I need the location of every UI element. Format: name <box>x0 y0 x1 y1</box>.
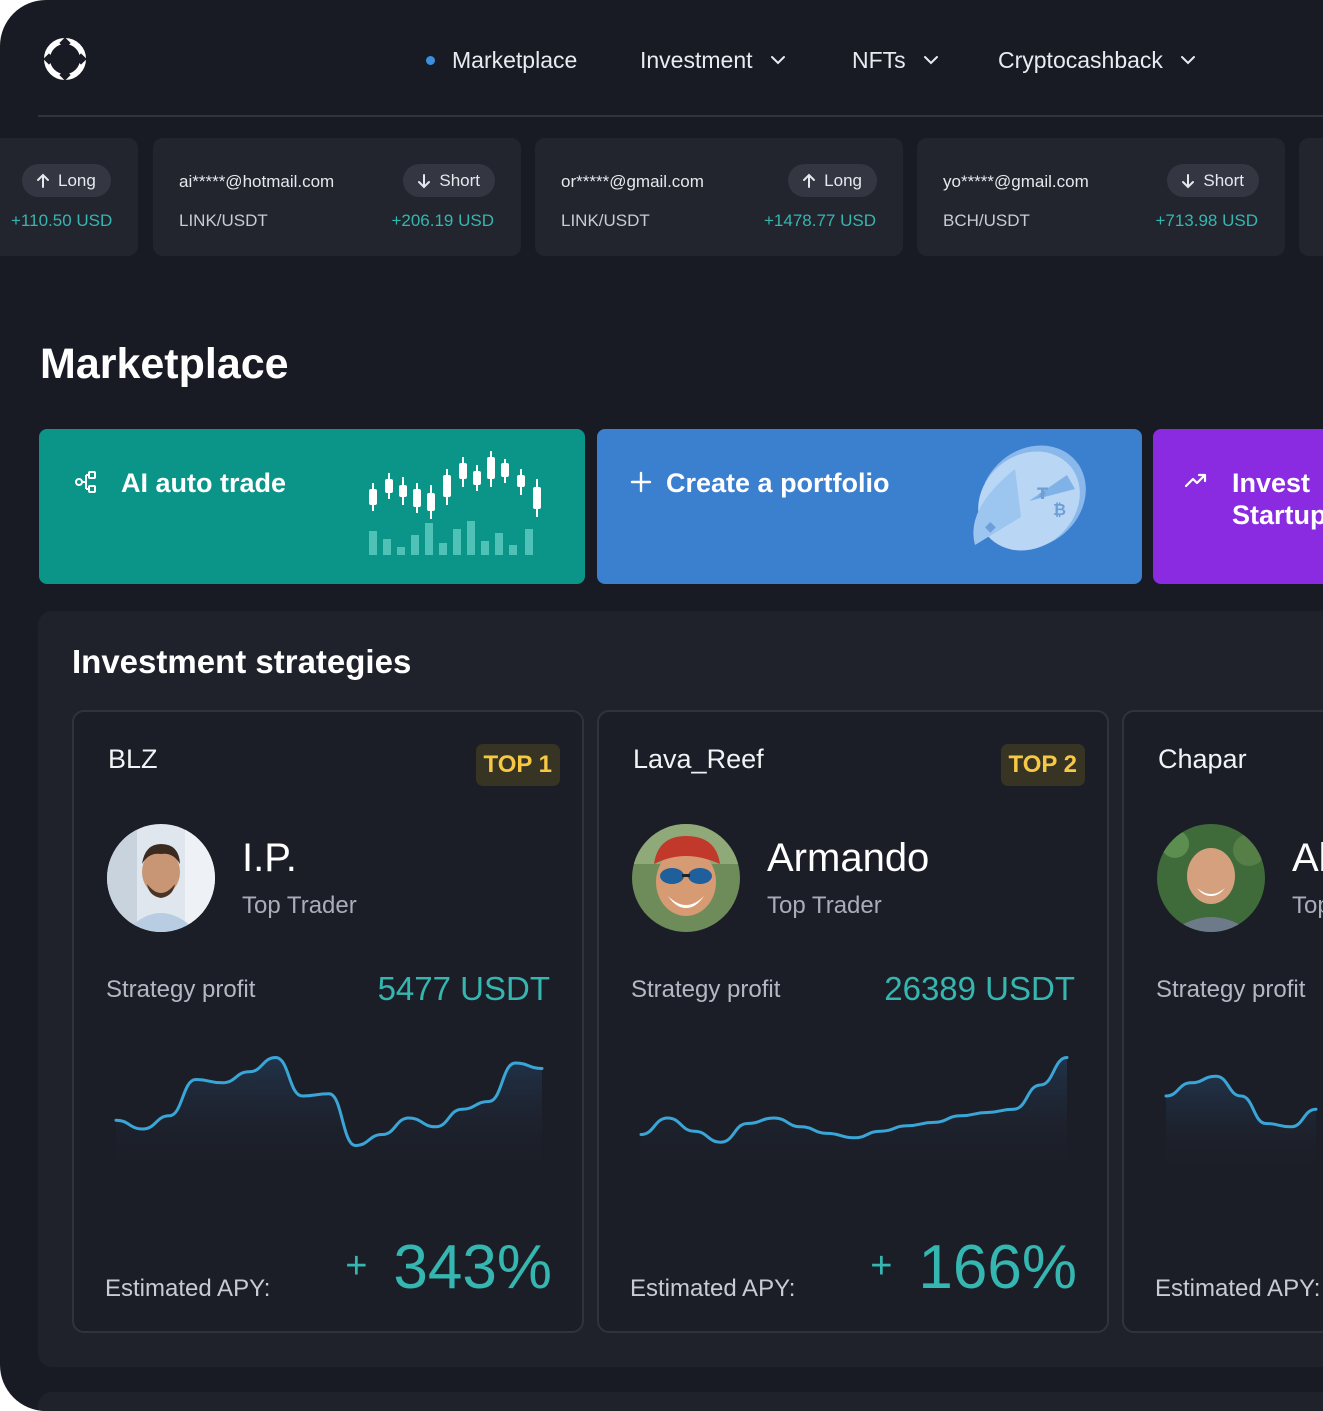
nav-label: Cryptocashback <box>998 46 1163 73</box>
apy-value: + 166% <box>870 1232 1077 1303</box>
strategy-name: BLZ <box>108 744 158 774</box>
rank-badge: TOP 1 <box>475 744 560 786</box>
apy-percent: 343% <box>393 1233 552 1302</box>
profit-sparkline <box>114 1055 544 1172</box>
strategy-card[interactable]: Chapar Al Top Strategy profit Estimated … <box>1122 710 1323 1333</box>
apy-label: Estimated APY: <box>105 1275 271 1302</box>
invest-startup-card[interactable]: Invest Startup <box>1153 429 1323 584</box>
strategy-name: Chapar <box>1158 744 1247 774</box>
profit-value: 26389 USDT <box>884 970 1075 1007</box>
trading-pair: LINK/USDT <box>561 211 650 230</box>
profit-sparkline <box>639 1056 1069 1172</box>
action-label: Invest Startup <box>1232 467 1323 531</box>
action-label: Create a portfolio <box>666 468 890 498</box>
trading-pair: BCH/USDT <box>943 211 1030 230</box>
section-title: Investment strategies <box>72 643 412 680</box>
profit-label: Strategy profit <box>631 976 781 1003</box>
sparkline-area <box>641 1057 1067 1172</box>
chevron-down-icon <box>1180 56 1195 65</box>
crypto-pie-icon: ₮ ₿ ◆ <box>973 445 1086 551</box>
candlestick-chart-icon <box>369 451 541 555</box>
profit-value: +206.19 USD <box>391 211 494 230</box>
ai-auto-trade-card[interactable]: AI auto trade <box>39 429 585 584</box>
strategy-card[interactable]: Lava_Reef TOP 2 Armando Top Trader Strat… <box>597 710 1109 1333</box>
rank-badge: TOP 2 <box>1000 744 1085 786</box>
direction-pill: Long <box>788 164 877 197</box>
plus-icon <box>630 471 652 493</box>
logo-icon[interactable] <box>40 34 90 84</box>
arrow-down-icon <box>418 173 431 188</box>
nav-label: NFTs <box>852 46 906 73</box>
chevron-down-icon <box>770 56 785 65</box>
apy-percent: 166% <box>918 1233 1077 1302</box>
avatar <box>107 824 215 932</box>
ticker-card[interactable]: Long +110.50 USD <box>0 138 138 256</box>
chevron-down-icon <box>923 56 938 65</box>
ticker-card[interactable]: yo*****@gmail.com BCH/USDT Short +713.98… <box>917 138 1285 256</box>
nav-label: Investment <box>640 46 753 73</box>
network-nodes-icon <box>75 471 96 493</box>
profit-value: +1478.77 USD <box>764 211 876 230</box>
direction-pill: Short <box>403 164 495 197</box>
trader-name: I.P. <box>242 836 297 880</box>
arrow-up-icon <box>803 173 816 188</box>
app-frame: Marketplace Investment NFTs Cryptocashba… <box>0 0 1323 1411</box>
action-label: AI auto trade <box>121 468 287 498</box>
nav-item-marketplace[interactable]: Marketplace <box>426 42 577 78</box>
header-divider <box>38 115 1323 117</box>
arrow-up-icon <box>37 173 49 188</box>
direction-label: Long <box>824 170 862 190</box>
ticker-card[interactable]: or*****@gmail.com LINK/USDT Long +1478.7… <box>535 138 903 256</box>
sparkline-area <box>116 1057 542 1172</box>
trading-pair: LINK/USDT <box>179 211 268 230</box>
avatar <box>632 824 740 932</box>
sparkline-area <box>1166 1076 1316 1172</box>
nav-item-investment[interactable]: Investment <box>640 42 787 78</box>
user-email: or*****@gmail.com <box>561 172 704 191</box>
svg-text:₮: ₮ <box>1037 484 1048 503</box>
page-title: Marketplace <box>40 340 289 388</box>
profit-label: Strategy profit <box>106 976 256 1003</box>
apy-label: Estimated APY: <box>1155 1275 1321 1302</box>
direction-label: Short <box>1203 170 1244 190</box>
user-email: ai*****@hotmail.com <box>179 172 335 191</box>
profit-value: +713.98 USD <box>1155 211 1258 230</box>
trader-role: Top Trader <box>242 892 357 919</box>
nav-label: Marketplace <box>452 46 578 73</box>
user-email: yo*****@gmail.com <box>943 172 1089 191</box>
apy-plus-sign: + <box>870 1245 893 1287</box>
ticker-card[interactable]: ai*****@hotmail.com LINK/USDT Short +206… <box>153 138 521 256</box>
strategy-card[interactable]: BLZ TOP 1 I.P. Top Trader Strategy profi… <box>72 710 584 1333</box>
arrow-down-icon <box>1182 173 1195 188</box>
next-section-panel <box>38 1392 1323 1411</box>
nav-item-cryptocashback[interactable]: Cryptocashback <box>998 42 1197 78</box>
strategy-name: Lava_Reef <box>633 744 764 774</box>
profit-sparkline <box>1164 1074 1318 1172</box>
create-portfolio-card[interactable]: Create a portfolio ₮ ₿ ◆ <box>597 429 1142 584</box>
profit-label: Strategy profit <box>1156 976 1306 1003</box>
profit-value: 5477 USDT <box>377 970 550 1007</box>
direction-pill: Short <box>1167 164 1259 197</box>
trader-role: Top <box>1292 892 1323 919</box>
apy-label: Estimated APY: <box>630 1275 796 1302</box>
svg-text:◆: ◆ <box>985 519 996 535</box>
action-label-line: Invest <box>1232 468 1311 498</box>
avatar <box>1157 824 1265 932</box>
trader-role: Top Trader <box>767 892 882 919</box>
apy-plus-sign: + <box>345 1245 368 1287</box>
action-label-line: Startup <box>1232 500 1323 530</box>
trader-name: Armando <box>767 836 930 880</box>
direction-label: Short <box>439 170 480 190</box>
svg-text:₿: ₿ <box>1053 500 1066 519</box>
direction-pill: Long <box>22 164 111 197</box>
ticker-card[interactable] <box>1299 138 1323 256</box>
apy-value: + 343% <box>345 1232 552 1303</box>
active-indicator-dot <box>426 55 435 65</box>
nav-item-nfts[interactable]: NFTs <box>852 42 940 78</box>
trend-up-icon <box>1184 473 1207 488</box>
direction-label: Long <box>58 170 96 190</box>
profit-value: +110.50 USD <box>11 211 113 230</box>
trader-name: Al <box>1292 836 1323 880</box>
